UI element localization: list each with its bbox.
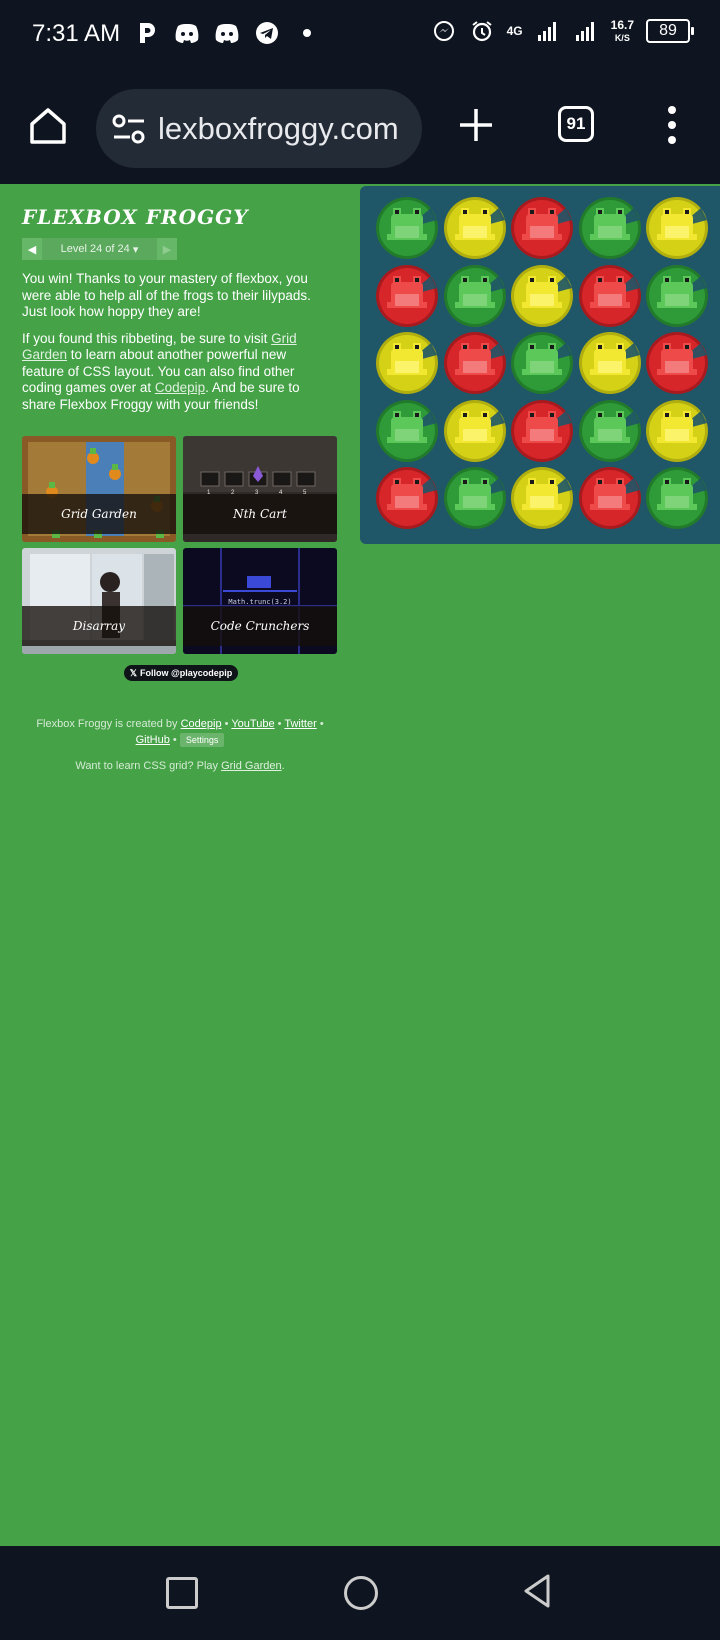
browser-toolbar: lexboxfroggy.com 91 [0,72,720,184]
frog-yellow [443,399,506,462]
network-speed: 16.7 K/S [611,19,634,44]
frog-yellow [646,197,708,259]
plus-icon [460,109,492,141]
codepip-link[interactable]: Codepip [155,380,205,395]
frog-green [376,399,438,462]
frog-green [443,264,506,327]
frog-red [511,399,573,462]
signal-icon [535,18,561,44]
home-button[interactable] [26,104,70,148]
new-tab-button[interactable] [456,105,496,145]
frog-red [376,467,438,529]
back-button[interactable] [522,1573,552,1609]
frog-green [578,197,641,259]
game-card-nth-cart[interactable]: 12345 Nth Cart [183,436,337,542]
frog-green [511,332,573,394]
game-card-grid-garden[interactable]: Grid Garden [22,436,176,542]
discord-icon-2 [214,20,240,46]
code-snippet: Math.trunc(3.2) [228,598,291,606]
overflow-menu-button[interactable] [664,102,680,148]
frog-yellow [376,332,438,394]
frog-red [511,197,573,259]
frog-red [578,264,641,327]
frog-red [443,332,506,394]
battery-indicator: 89 [646,19,694,43]
site-settings-icon[interactable] [112,113,146,145]
pond-board [360,186,720,544]
tab-switcher-button[interactable]: 91 [558,106,594,142]
system-status-icons: 4G 16.7 K/S 89 [431,18,694,44]
follow-button[interactable]: 𝕏 Follow @playcodepip [124,665,238,681]
p-app-icon [134,20,160,46]
frog-red [578,467,641,529]
frog-green [646,264,708,327]
settings-button[interactable]: Settings [179,733,225,747]
frog-green [646,467,708,529]
recent-apps-button[interactable] [166,1577,198,1609]
footer-youtube-link[interactable]: YouTube [231,718,274,730]
prev-level-button[interactable]: ◀ [22,238,42,260]
messenger-icon [431,18,457,44]
promo-message: If you found this ribbeting, be sure to … [22,330,300,412]
frog-yellow [646,399,708,462]
game-card-code-crunchers[interactable]: Math.trunc(3.2) Code Crunchers [183,548,337,654]
footer-twitter-link[interactable]: Twitter [284,718,316,730]
follow-label: Follow @playcodepip [139,668,233,678]
status-bar: 7:31 AM 4G 16.7 K/S 89 [0,0,720,72]
frog-red [376,264,438,327]
footer-grid-garden-link[interactable]: Grid Garden [221,760,282,772]
home-nav-button[interactable] [344,1576,378,1610]
frog-yellow [578,332,641,394]
frog-yellow [511,264,573,327]
game-sidebar: FLEXBOX FROGGY ◀ Level 24 of 24 ▾ ▶ You … [22,205,338,412]
telegram-icon [254,20,280,46]
footer-github-link[interactable]: GitHub [136,734,170,746]
level-indicator[interactable]: Level 24 of 24 ▾ [42,238,157,260]
footer-grid-promo: Want to learn CSS grid? Play Grid Garden… [75,760,285,772]
network-type: 4G [506,24,523,38]
instructions: You win! Thanks to your mastery of flexb… [22,271,326,423]
frog-green [443,467,506,529]
frog-green [376,197,438,259]
level-navigation: ◀ Level 24 of 24 ▾ ▶ [22,238,179,260]
speed-unit: K/S [614,32,630,43]
level-text: Level 24 of 24 [60,243,130,255]
status-time: 7:31 AM [32,20,121,47]
card-title: Disarray [22,606,176,646]
more-vert-icon [668,106,676,144]
frog-yellow [443,197,506,259]
home-icon [30,108,66,144]
card-title: Nth Cart [183,494,337,534]
signal-icon-2 [573,18,599,44]
frog-green [578,399,641,462]
card-title: Grid Garden [22,494,176,534]
footer-credits: Flexbox Froggy is created by Codepip • Y… [36,718,324,747]
frog-yellow [511,467,573,529]
game-card-disarray[interactable]: Disarray [22,548,176,654]
address-bar[interactable]: lexboxfroggy.com [96,89,422,168]
next-level-button[interactable]: ▶ [157,238,177,260]
game-title: FLEXBOX FROGGY [22,205,249,229]
footer-codepip-link[interactable]: Codepip [181,718,222,730]
frog-red [646,332,708,394]
more-notifications-dot-icon [294,20,320,46]
card-title: Code Crunchers [183,606,337,646]
alarm-icon [469,18,495,44]
speed-value: 16.7 [610,17,634,32]
url-text[interactable]: lexboxfroggy.com [158,111,399,147]
x-logo-icon: 𝕏 [129,667,137,678]
win-message: You win! Thanks to your mastery of flexb… [22,271,311,319]
notification-icons [134,20,320,46]
discord-icon [174,20,200,46]
